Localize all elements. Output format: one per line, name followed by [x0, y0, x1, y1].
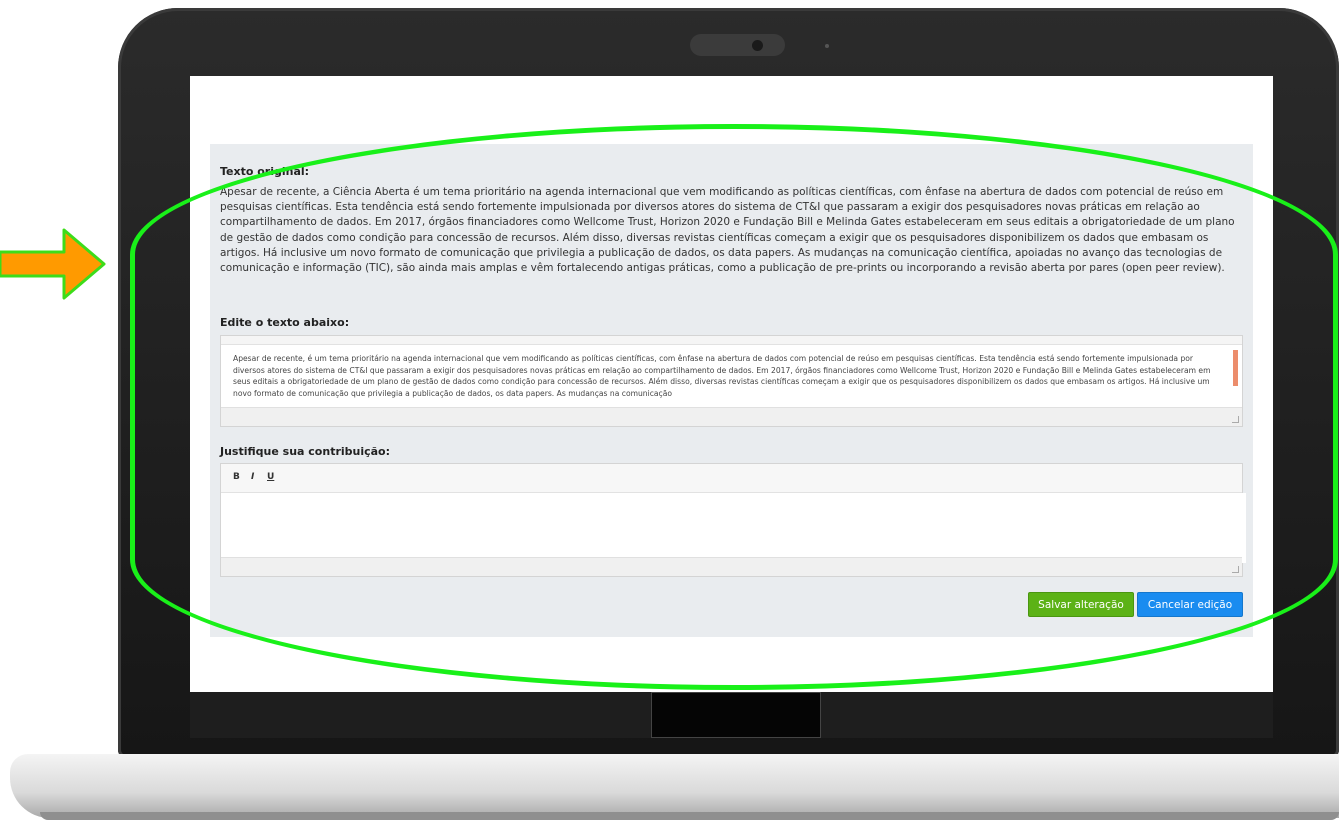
bold-button[interactable]: B — [233, 472, 240, 482]
laptop-base — [10, 754, 1339, 818]
laptop-base-shadow — [40, 812, 1339, 820]
justify-footer — [221, 557, 1242, 576]
justify-heading: Justifique sua contribuição: — [220, 445, 391, 458]
bezel-block — [651, 692, 821, 738]
editor-top-strip — [221, 336, 1242, 345]
edit-textarea[interactable]: Apesar de recente, é um tema prioritário… — [220, 335, 1243, 427]
camera-notch — [690, 34, 785, 56]
edit-text-heading: Edite o texto abaixo: — [220, 316, 350, 329]
edit-panel: Texto original: Apesar de recente, a Ciê… — [210, 144, 1253, 637]
laptop-screen: Texto original: Apesar de recente, a Ciê… — [190, 76, 1273, 692]
italic-button[interactable]: I — [251, 472, 254, 482]
original-text: Apesar de recente, a Ciência Aberta é um… — [220, 186, 1235, 275]
camera-icon — [752, 40, 763, 51]
editor-footer — [221, 407, 1242, 426]
cancel-button[interactable]: Cancelar edição — [1137, 592, 1243, 617]
rich-text-toolbar: B I U — [221, 464, 1242, 493]
justify-input[interactable] — [221, 493, 1246, 563]
underline-button[interactable]: U — [267, 472, 274, 482]
justify-editor: B I U — [220, 463, 1246, 577]
editor-scrollbar[interactable] — [1233, 350, 1238, 386]
camera-indicator — [825, 44, 829, 48]
edit-textarea-content[interactable]: Apesar de recente, é um tema prioritário… — [233, 353, 1223, 408]
save-button[interactable]: Salvar alteração — [1028, 592, 1134, 617]
resize-grip-icon[interactable] — [1232, 566, 1239, 573]
original-text-heading: Texto original: — [220, 165, 310, 178]
resize-grip-icon[interactable] — [1232, 416, 1239, 423]
arrow-right-icon — [0, 228, 106, 300]
